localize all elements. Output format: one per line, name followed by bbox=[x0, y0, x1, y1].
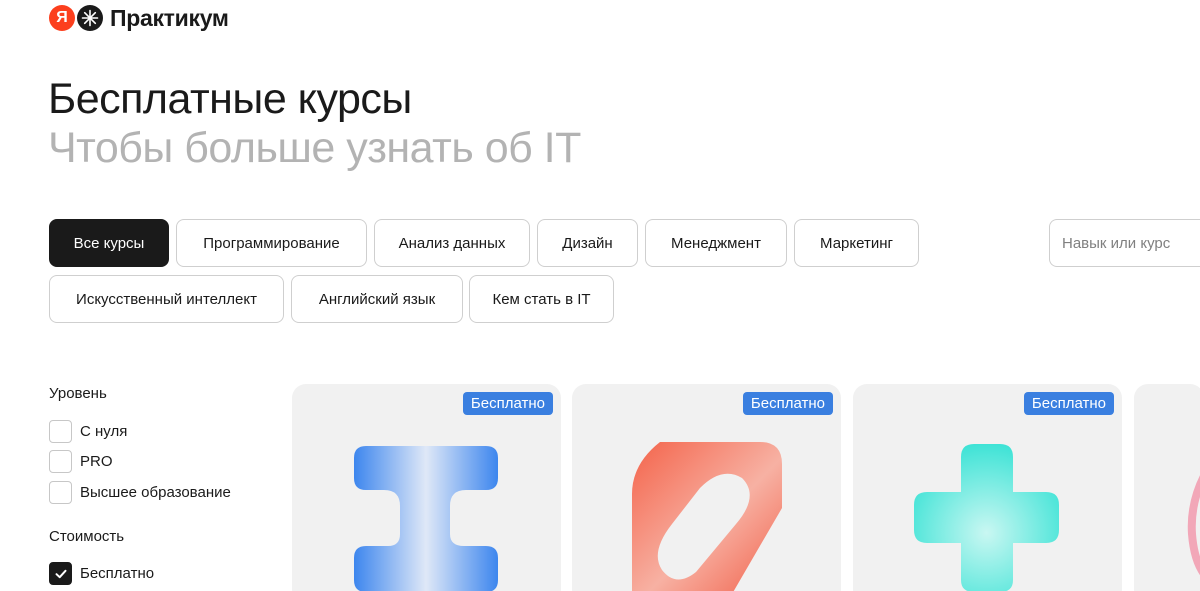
category-chip-marketing[interactable]: Маркетинг bbox=[794, 219, 919, 267]
brand-logo[interactable]: Я Практикум bbox=[49, 5, 229, 31]
filter-option-label: С нуля bbox=[80, 423, 128, 440]
filter-heading-cost: Стоимость bbox=[49, 528, 125, 545]
category-chip-ai[interactable]: Искусственный интеллект bbox=[49, 275, 284, 323]
filter-option-pro[interactable]: PRO bbox=[49, 450, 113, 473]
course-card-partial[interactable] bbox=[1134, 384, 1200, 591]
filter-option-from-zero[interactable]: С нуля bbox=[49, 420, 127, 443]
checkmark-icon bbox=[55, 569, 66, 578]
category-chip-programming[interactable]: Программирование bbox=[176, 219, 367, 267]
course-card[interactable]: Бесплатно bbox=[572, 384, 841, 591]
pink-shape-icon bbox=[1187, 475, 1200, 576]
category-chip-data-analysis[interactable]: Анализ данных bbox=[374, 219, 530, 267]
checkbox[interactable] bbox=[49, 450, 72, 473]
category-chip-all[interactable]: Все курсы bbox=[49, 219, 169, 267]
checkbox[interactable] bbox=[49, 420, 72, 443]
filter-option-label: PRO bbox=[80, 453, 113, 470]
category-chip-management[interactable]: Менеджмент bbox=[645, 219, 787, 267]
filter-heading-level: Уровень bbox=[49, 385, 107, 402]
brand-name: Практикум bbox=[110, 4, 229, 31]
free-badge: Бесплатно bbox=[742, 392, 833, 415]
category-chip-career[interactable]: Кем стать в IT bbox=[469, 275, 614, 323]
checkbox[interactable] bbox=[49, 481, 72, 504]
search-input[interactable] bbox=[1049, 219, 1200, 267]
filter-option-higher-education[interactable]: Высшее образование bbox=[49, 481, 231, 504]
checkbox-checked[interactable] bbox=[49, 562, 72, 585]
course-card[interactable]: Бесплатно bbox=[292, 384, 561, 591]
blue-i-beam-icon bbox=[354, 446, 498, 591]
filter-option-label: Бесплатно bbox=[80, 565, 155, 582]
yandex-logo-icon: Я bbox=[49, 5, 75, 31]
page-title: Бесплатные курсы bbox=[48, 75, 412, 123]
category-chip-english[interactable]: Английский язык bbox=[291, 275, 463, 323]
practicum-star-icon bbox=[77, 5, 103, 31]
free-badge: Бесплатно bbox=[1023, 392, 1114, 415]
free-badge: Бесплатно bbox=[462, 392, 553, 415]
category-chip-design[interactable]: Дизайн bbox=[537, 219, 638, 267]
filter-option-label: Высшее образование bbox=[80, 484, 231, 501]
turquoise-plus-icon bbox=[914, 444, 1059, 591]
filter-option-free[interactable]: Бесплатно bbox=[49, 562, 154, 585]
red-slash-shape-icon bbox=[632, 442, 782, 591]
page-subtitle: Чтобы больше узнать об IT bbox=[48, 124, 581, 172]
course-card[interactable]: Бесплатно bbox=[853, 384, 1122, 591]
